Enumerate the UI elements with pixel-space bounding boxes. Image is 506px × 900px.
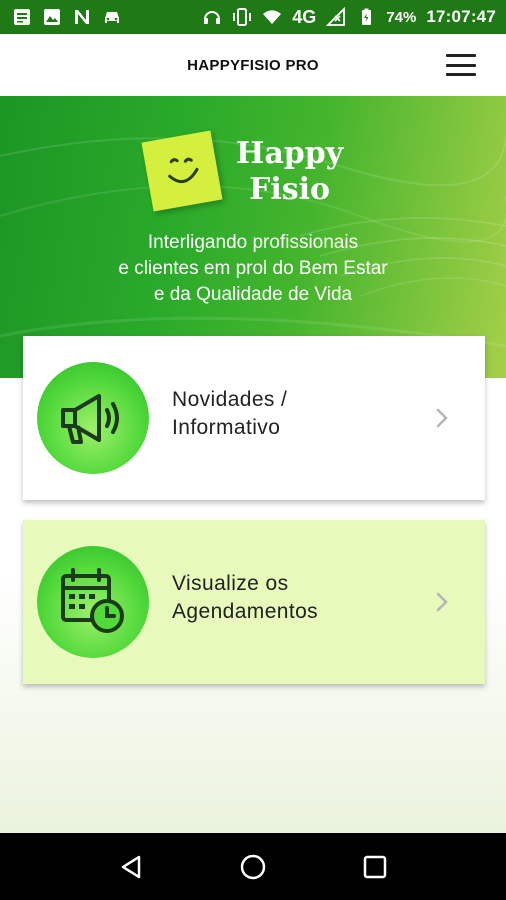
card-news-line-2: Informativo: [172, 416, 281, 439]
network-type: 4G: [292, 6, 317, 27]
chevron-right-icon: [435, 590, 449, 614]
card-news[interactable]: Novidades / Informativo: [23, 336, 485, 500]
card-schedule[interactable]: Visualize os Agendamentos: [23, 520, 485, 684]
battery-icon: [356, 7, 376, 27]
tagline-line-1: Interligando profissionais: [147, 232, 359, 253]
menu-line: [446, 63, 476, 67]
app-bar: HAPPYFISIO PRO: [0, 34, 506, 96]
menu-line: [446, 54, 476, 57]
status-bar-left: [12, 7, 122, 27]
calendar-clock-icon: [37, 546, 149, 658]
hamburger-menu-icon[interactable]: [446, 54, 478, 76]
image-icon: [42, 7, 62, 27]
notes-icon: [12, 7, 32, 27]
status-bar: 4G 74% 17:07:47: [0, 0, 506, 34]
hero-tagline: Interligando profissionais e clientes em…: [0, 230, 506, 308]
status-bar-right: 4G 74% 17:07:47: [202, 7, 496, 28]
clock: 17:07:47: [426, 7, 496, 26]
back-icon[interactable]: [111, 847, 151, 887]
card-schedule-line-1: Visualize os: [172, 572, 289, 595]
headphones-icon: [202, 7, 222, 27]
card-news-label: Novidades / Informativo: [172, 386, 412, 442]
app-title: HAPPYFISIO PRO: [187, 56, 319, 74]
logo-line-1: Happy: [236, 136, 344, 171]
car-icon: [102, 7, 122, 27]
main-content: Happy Fisio Interligando profissionais e…: [0, 96, 506, 833]
smiley-logo-icon: [141, 130, 223, 212]
system-nav-bar: [0, 833, 506, 900]
card-schedule-label: Visualize os Agendamentos: [172, 570, 412, 626]
n-icon: [72, 7, 92, 27]
tagline-line-3: e da Qualidade de Vida: [153, 284, 353, 305]
menu-line: [446, 73, 476, 76]
logo-wordmark: Happy Fisio: [236, 136, 343, 208]
megaphone-icon: [37, 362, 149, 474]
signal-icon: [326, 7, 346, 27]
card-schedule-line-2: Agendamentos: [172, 600, 319, 623]
card-news-line-1: Novidades /: [172, 388, 288, 411]
logo-line-2: Fisio: [249, 172, 331, 207]
chevron-right-icon: [435, 406, 449, 430]
recents-icon[interactable]: [355, 847, 395, 887]
vibrate-icon: [232, 7, 252, 27]
tagline-line-2: e clientes em prol do Bem Estar: [118, 258, 388, 279]
home-icon[interactable]: [233, 847, 273, 887]
wifi-icon: [262, 7, 282, 27]
battery-level: 74%: [386, 8, 417, 26]
